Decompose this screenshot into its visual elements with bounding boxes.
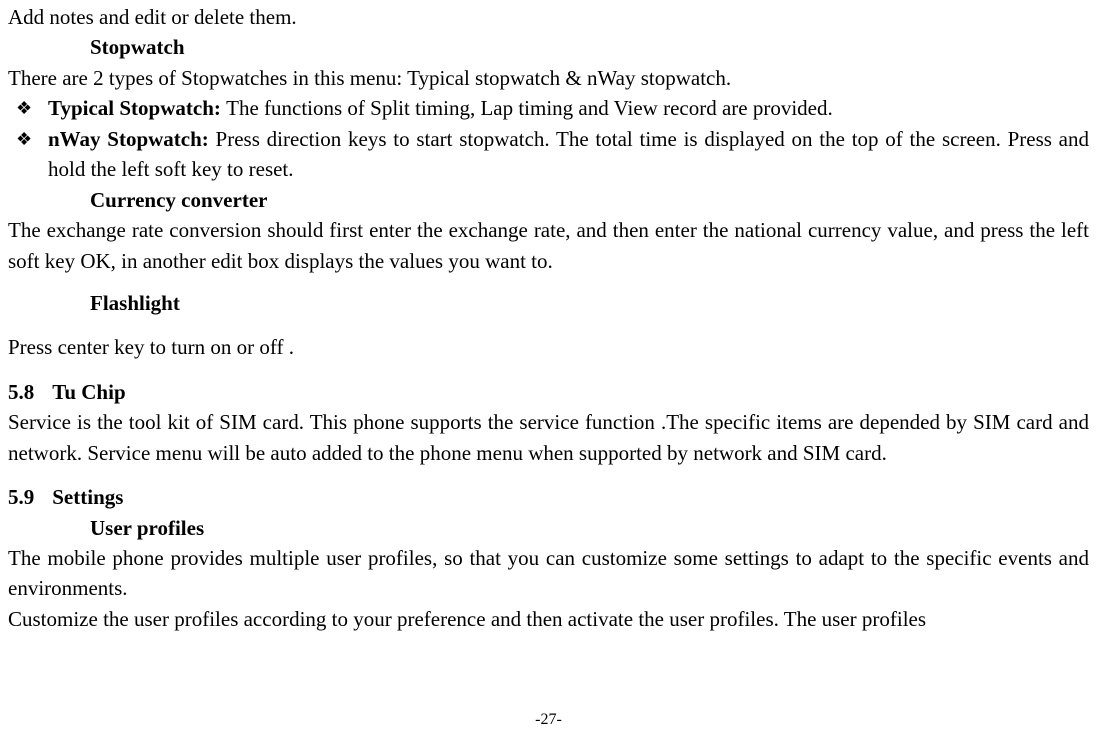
diamond-bullet-icon: ❖: [16, 95, 32, 121]
currency-heading: Currency converter: [90, 185, 1089, 215]
section-number: 5.8: [8, 377, 34, 407]
bullet-typical-stopwatch: ❖ Typical Stopwatch: The functions of Sp…: [8, 93, 1089, 123]
user-profiles-p2: Customize the user profiles according to…: [8, 604, 1089, 634]
user-profiles-heading: User profiles: [90, 513, 1089, 543]
bullet-nway-stopwatch: ❖ nWay Stopwatch: Press direction keys t…: [8, 124, 1089, 185]
flashlight-desc: Press center key to turn on or off .: [8, 332, 1089, 362]
section-title: Settings: [52, 485, 123, 509]
document-page: Add notes and edit or delete them. Stopw…: [8, 2, 1089, 634]
currency-desc: The exchange rate conversion should firs…: [8, 215, 1089, 276]
section-settings: 5.9 Settings: [8, 482, 1089, 512]
section-title: Tu Chip: [52, 380, 125, 404]
diamond-bullet-icon: ❖: [16, 126, 32, 152]
bullet-title: nWay Stopwatch:: [48, 127, 216, 151]
stopwatch-heading: Stopwatch: [90, 32, 1089, 62]
section-number: 5.9: [8, 482, 34, 512]
bullet-title: Typical Stopwatch:: [48, 96, 226, 120]
stopwatch-desc: There are 2 types of Stopwatches in this…: [8, 63, 1089, 93]
user-profiles-p1: The mobile phone provides multiple user …: [8, 543, 1089, 604]
intro-text: Add notes and edit or delete them.: [8, 2, 1089, 32]
bullet-text: The functions of Split timing, Lap timin…: [226, 96, 833, 120]
tuchip-desc: Service is the tool kit of SIM card. Thi…: [8, 407, 1089, 468]
page-number: -27-: [0, 708, 1097, 731]
stopwatch-bullet-list: ❖ Typical Stopwatch: The functions of Sp…: [8, 93, 1089, 184]
flashlight-heading: Flashlight: [90, 288, 1089, 318]
section-tu-chip: 5.8 Tu Chip: [8, 377, 1089, 407]
